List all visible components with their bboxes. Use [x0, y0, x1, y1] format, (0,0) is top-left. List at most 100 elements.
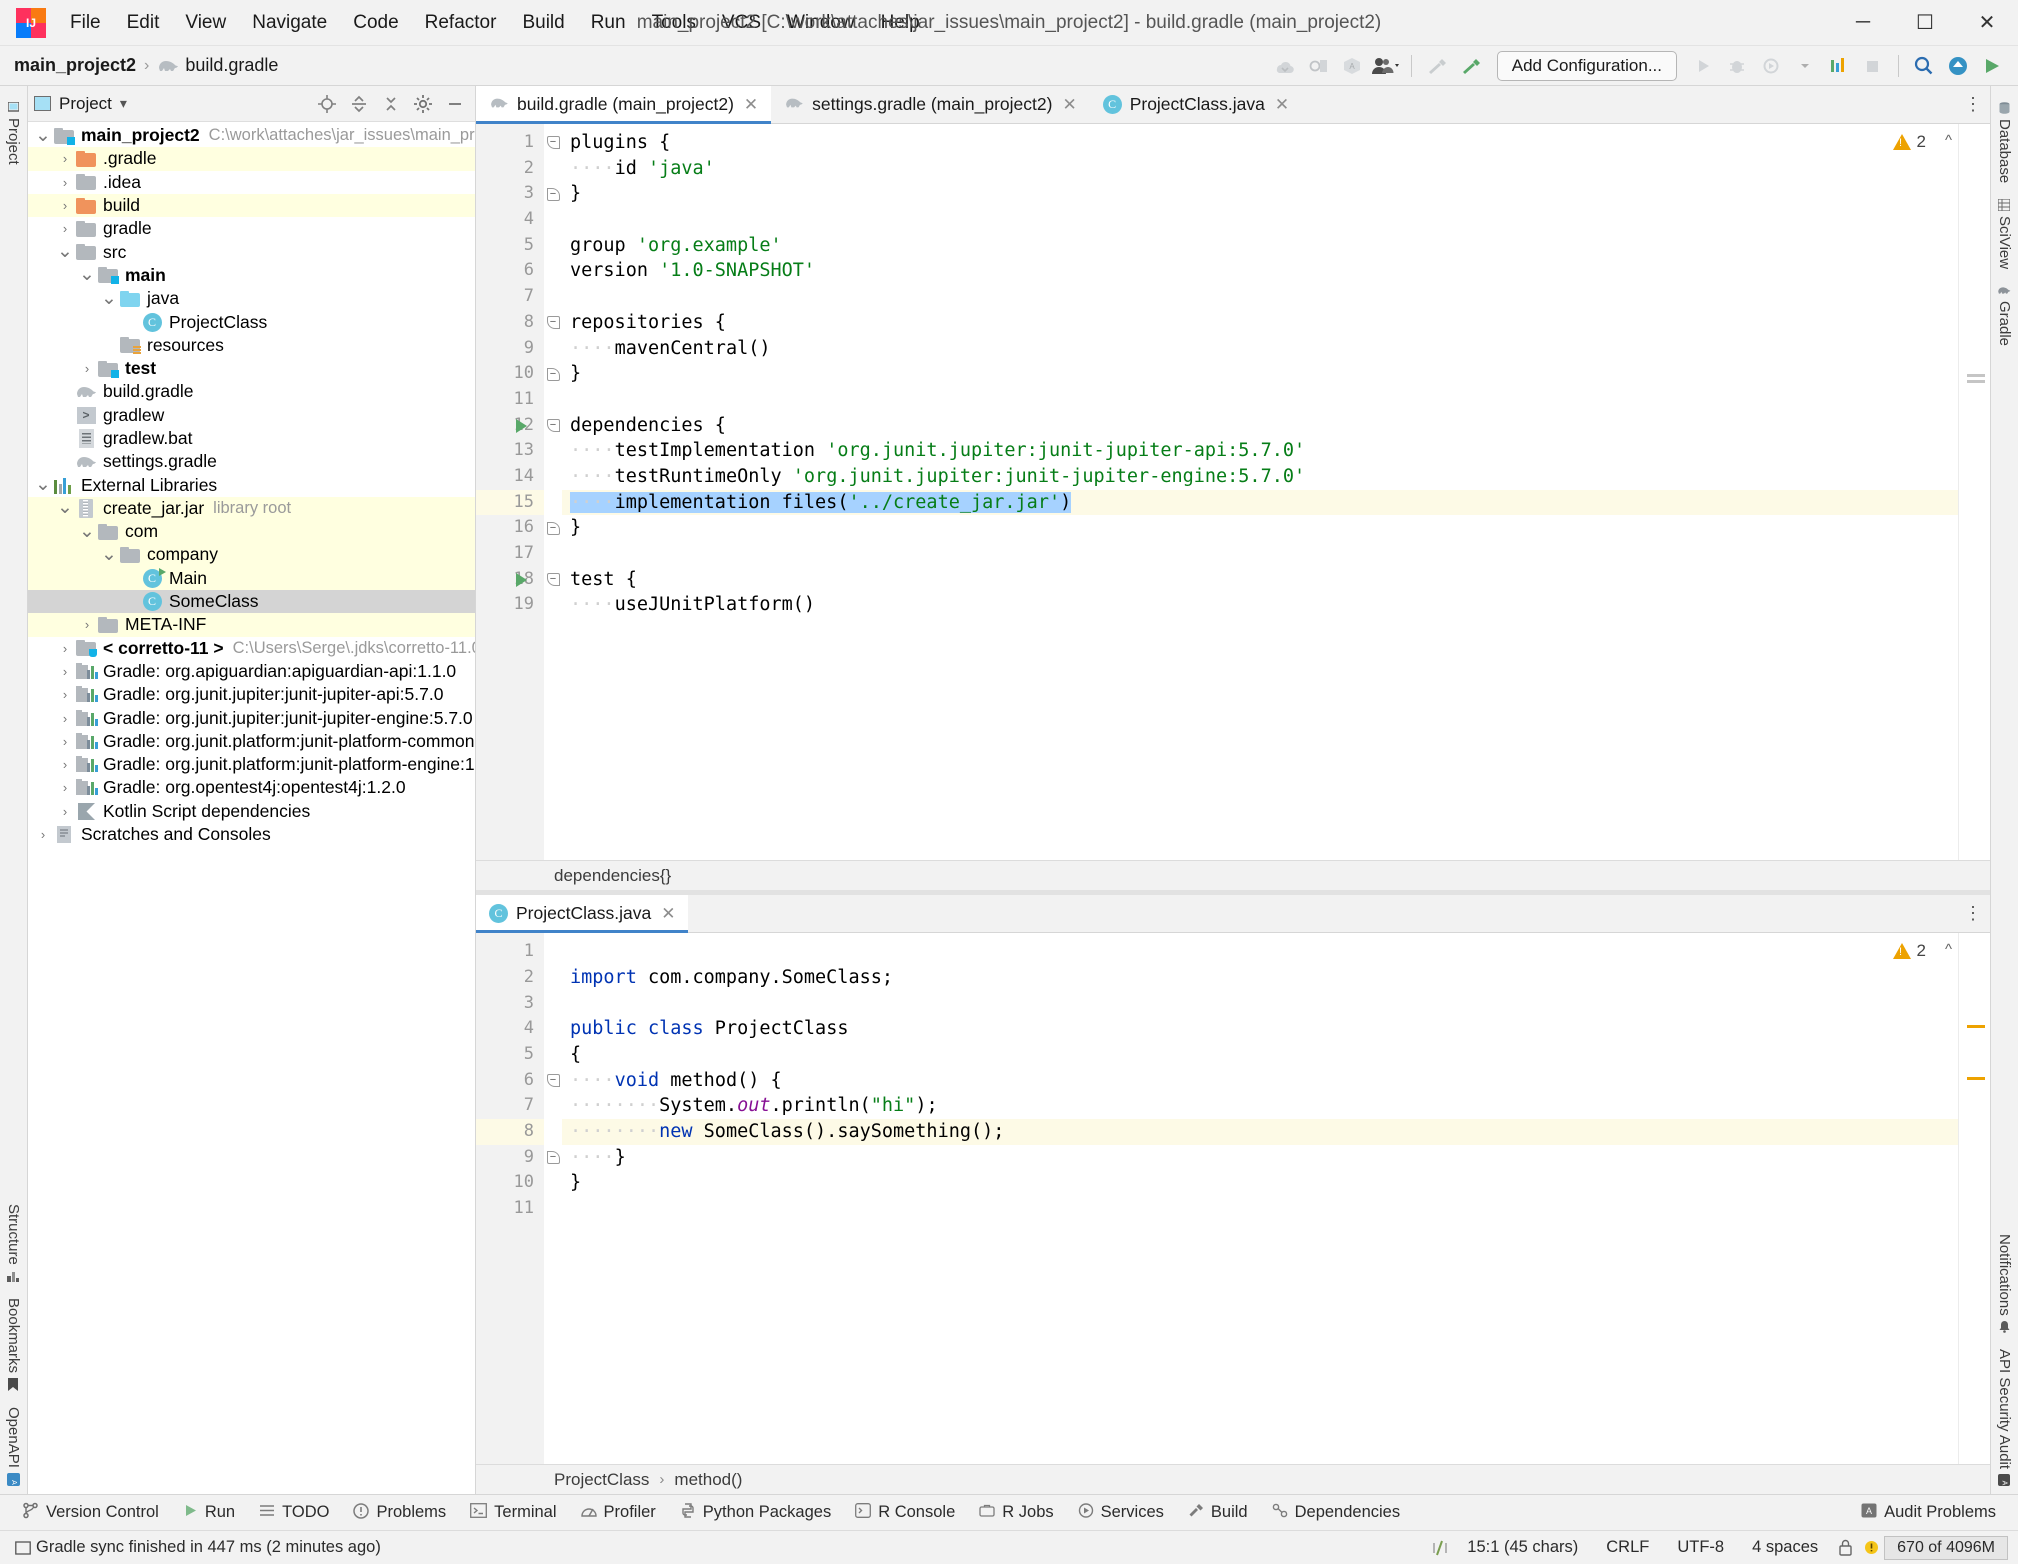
close-button[interactable]: ✕ [1956, 0, 2018, 46]
error-stripe-top[interactable] [1958, 124, 1990, 861]
fold-marker[interactable]: − [544, 130, 562, 156]
tree-item-gradle[interactable]: › .gradle [28, 147, 475, 171]
code-line[interactable]: ········new SomeClass().saySomething(); [562, 1119, 1958, 1145]
status-message-icon[interactable] [10, 1540, 36, 1556]
code-line[interactable]: ····mavenCentral() [562, 336, 1958, 362]
tab-settings-gradle[interactable]: settings.gradle (main_project2) ✕ [771, 86, 1090, 123]
collapse-all-icon[interactable] [345, 91, 373, 117]
tree-item-idea[interactable]: › .idea [28, 171, 475, 194]
tab-build-gradle[interactable]: build.gradle (main_project2) ✕ [476, 86, 772, 124]
stop-icon[interactable] [1857, 51, 1889, 81]
code-line[interactable]: import com.company.SomeClass; [562, 965, 1958, 991]
fold-marker[interactable]: − [544, 413, 562, 439]
fold-marker[interactable]: − [544, 1145, 562, 1171]
line-number-gutter-bottom[interactable]: 1 2 3 4 5 6 7 8 9 10 11 [476, 933, 544, 1464]
chevron-down-icon[interactable]: ⌄ [78, 522, 96, 541]
menu-code[interactable]: Code [341, 8, 410, 38]
close-tab-icon[interactable]: ✕ [744, 95, 758, 115]
tree-item-gradle-org-junit-jupiter-junit-jupiter-api-5-7-0[interactable]: › Gradle: org.junit.jupiter:junit-jupiter… [28, 683, 475, 706]
tool-button-openapi[interactable]: OpenAPI A [2, 1399, 25, 1494]
line-separator-icon[interactable] [1427, 1539, 1453, 1557]
chevron-right-icon[interactable]: › [56, 641, 74, 656]
project-panel-title[interactable]: Project ▾ [34, 94, 127, 114]
tool-button-notifications[interactable]: Notifications [1993, 1226, 2016, 1341]
code-folding-gutter-top[interactable]: − − − − − − − [544, 124, 562, 861]
tool-window-profiler[interactable]: Profiler [569, 1503, 668, 1522]
menu-refactor[interactable]: Refactor [413, 8, 509, 38]
commit-icon[interactable] [1302, 51, 1334, 81]
tool-button-gradle[interactable]: Gradle [1993, 277, 2016, 354]
editor-options-icon[interactable]: ⋮ [1956, 895, 1990, 932]
menu-help[interactable]: Help [869, 8, 932, 38]
tree-item-projectclass[interactable]: C ProjectClass [28, 310, 475, 333]
chevron-right-icon[interactable]: › [56, 151, 74, 166]
tool-button-api-security-audit[interactable]: API Security Audit A [1993, 1341, 2016, 1494]
code-line[interactable]: ····testRuntimeOnly 'org.junit.jupiter:j… [562, 464, 1958, 490]
code-line[interactable]: } [562, 181, 1958, 207]
tool-window-audit-problems[interactable]: A Audit Problems [1849, 1503, 2008, 1522]
tree-item-meta-inf[interactable]: › META-INF [28, 613, 475, 637]
menu-run[interactable]: Run [579, 8, 638, 38]
chevron-right-icon[interactable]: › [56, 711, 74, 726]
tree-item-java[interactable]: ⌄ java [28, 287, 475, 310]
menu-build[interactable]: Build [510, 8, 576, 38]
chevron-right-icon[interactable]: › [78, 361, 96, 376]
tree-item-gradle-org-opentest4j-opentest4j-1-2-0[interactable]: › Gradle: org.opentest4j:opentest4j:1.2.0 [28, 776, 475, 799]
editor-options-icon[interactable]: ⋮ [1956, 86, 1990, 123]
chevron-down-icon[interactable]: ▾ [120, 95, 127, 112]
memory-indicator[interactable]: 670 of 4096M [1884, 1535, 2008, 1560]
indent-setting[interactable]: 4 spaces [1738, 1538, 1832, 1557]
projectclass-java-editor[interactable]: 1 2 3 4 5 6 7 8 9 10 11 − − import com.company.Some… [476, 933, 1990, 1464]
build-gradle-editor[interactable]: 1 2 3 4 5 6 7 8 9 10 11 12 13 14 15 16 17 18 19 − − − − − − − pl… [476, 124, 1990, 861]
tree-item-gradle-org-junit-jupiter-junit-jupiter-engine-5-7-0[interactable]: › Gradle: org.junit.jupiter:junit-jupiter… [28, 706, 475, 729]
tool-button-project[interactable]: Project [2, 94, 25, 173]
breadcrumb-method[interactable]: method() [674, 1470, 742, 1490]
chevron-right-icon[interactable]: › [56, 664, 74, 679]
code-line[interactable]: ····useJUnitPlatform() [562, 592, 1958, 618]
inspections-icon[interactable] [1858, 1539, 1884, 1556]
tool-button-database[interactable]: Database [1993, 94, 2016, 191]
code-line[interactable] [562, 387, 1958, 413]
code-line[interactable]: dependencies { [562, 413, 1958, 439]
tool-window-todo[interactable]: TODO [247, 1503, 341, 1522]
chevron-down-icon[interactable]: ⌄ [100, 289, 118, 308]
menu-view[interactable]: View [173, 8, 238, 38]
tree-item-build-gradle[interactable]: build.gradle [28, 380, 475, 403]
chevron-right-icon[interactable]: › [56, 757, 74, 772]
tree-item-corretto-11[interactable]: › < corretto-11 > C:\Users\Serge\.jdks\cor… [28, 637, 475, 660]
code-line[interactable]: ····implementation files('../create_jar.… [562, 489, 1958, 516]
chevron-right-icon[interactable]: › [56, 687, 74, 702]
menu-vcs[interactable]: VCS [710, 8, 773, 38]
tree-item-someclass[interactable]: C SomeClass [28, 589, 475, 614]
tree-item-src[interactable]: ⌄ src [28, 240, 475, 263]
inspection-warning-indicator-bottom[interactable]: 2 [1892, 941, 1926, 961]
inspection-warning-indicator-top[interactable]: 2 [1892, 132, 1926, 152]
code-folding-gutter-bottom[interactable]: − − [544, 933, 562, 1464]
tab-projectclass-java[interactable]: C ProjectClass.java ✕ [1090, 86, 1302, 123]
fold-marker[interactable]: − [544, 1068, 562, 1094]
chevron-down-icon[interactable]: ⌄ [56, 498, 74, 517]
chevron-down-icon[interactable]: ⌄ [100, 545, 118, 564]
previous-problem-icon[interactable]: ^ [1945, 132, 1952, 149]
profiler-attach-icon[interactable] [1823, 51, 1855, 81]
tree-item-gradle[interactable]: › gradle [28, 217, 475, 240]
close-tab-icon[interactable]: ✕ [1275, 95, 1289, 115]
tree-item-gradle-org-apiguardian-apiguardian-api-1-1-0[interactable]: › Gradle: org.apiguardian:apiguardian-api… [28, 660, 475, 683]
code-line[interactable]: plugins { [562, 130, 1958, 156]
chevron-right-icon[interactable]: › [56, 221, 74, 236]
tree-item-kotlin-script-dependencies[interactable]: › Kotlin Script dependencies [28, 800, 475, 823]
expand-all-icon[interactable] [377, 91, 405, 117]
tool-window-terminal[interactable]: Terminal [458, 1503, 568, 1522]
chevron-right-icon[interactable]: › [56, 734, 74, 749]
code-line[interactable] [562, 541, 1958, 567]
tool-window-build[interactable]: Build [1176, 1503, 1260, 1522]
code-line[interactable] [562, 939, 1958, 965]
minimize-button[interactable]: ─ [1832, 0, 1894, 46]
code-line[interactable]: group 'org.example' [562, 233, 1958, 259]
code-content-top[interactable]: plugins {····id 'java'} group 'org.examp… [562, 124, 1958, 860]
chevron-down-icon[interactable] [1789, 51, 1821, 81]
tree-item-main[interactable]: ⌄ main [28, 264, 475, 287]
code-line[interactable]: ········System.out.println("hi"); [562, 1093, 1958, 1119]
update-arrow-icon[interactable] [1942, 51, 1974, 81]
code-line[interactable]: } [562, 1170, 1958, 1196]
